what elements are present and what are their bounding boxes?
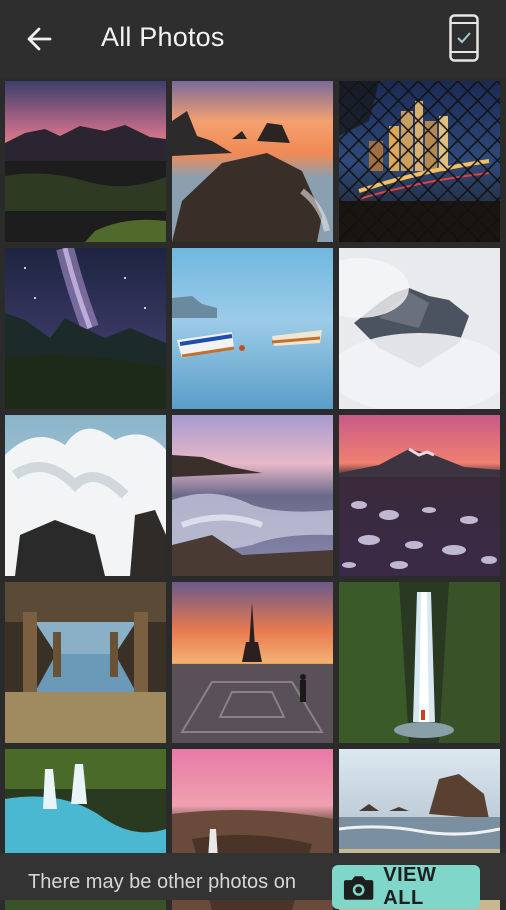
photo-thumbnail[interactable] [5,81,166,242]
photo-thumbnail[interactable] [172,415,333,576]
arrow-left-icon [27,27,52,51]
photo-thumbnail[interactable] [172,248,333,409]
photo-thumbnail[interactable] [172,81,333,242]
photo-grid [5,81,501,910]
photo-image [5,81,166,242]
photo-image [339,415,500,576]
camera-icon [343,876,374,900]
view-all-label: VIEW ALL [383,864,437,909]
photo-image [5,415,166,576]
photo-thumbnail[interactable] [5,582,166,743]
footer-hint-text: There may be other photos on [28,871,296,893]
photo-image [5,248,166,409]
photo-image [5,582,166,743]
device-photos-button[interactable] [444,12,484,64]
photo-image [172,415,333,576]
app-bar: All Photos [0,0,506,78]
footer-bar: There may be other photos on VIEW ALL [0,853,506,909]
photo-image [339,81,500,242]
photo-thumbnail[interactable] [5,248,166,409]
photo-thumbnail[interactable] [172,582,333,743]
back-button[interactable] [16,16,62,62]
photo-thumbnail[interactable] [339,415,500,576]
photo-image [172,582,333,743]
photo-image [172,248,333,409]
photo-image [172,81,333,242]
page-title: All Photos [101,22,225,52]
photo-image [339,248,500,409]
photo-image [339,582,500,743]
view-all-button[interactable]: VIEW ALL [332,864,480,909]
phone-check-icon [449,14,479,62]
photo-thumbnail[interactable] [339,81,500,242]
photo-thumbnail[interactable] [339,582,500,743]
photo-thumbnail[interactable] [339,248,500,409]
photo-thumbnail[interactable] [5,415,166,576]
